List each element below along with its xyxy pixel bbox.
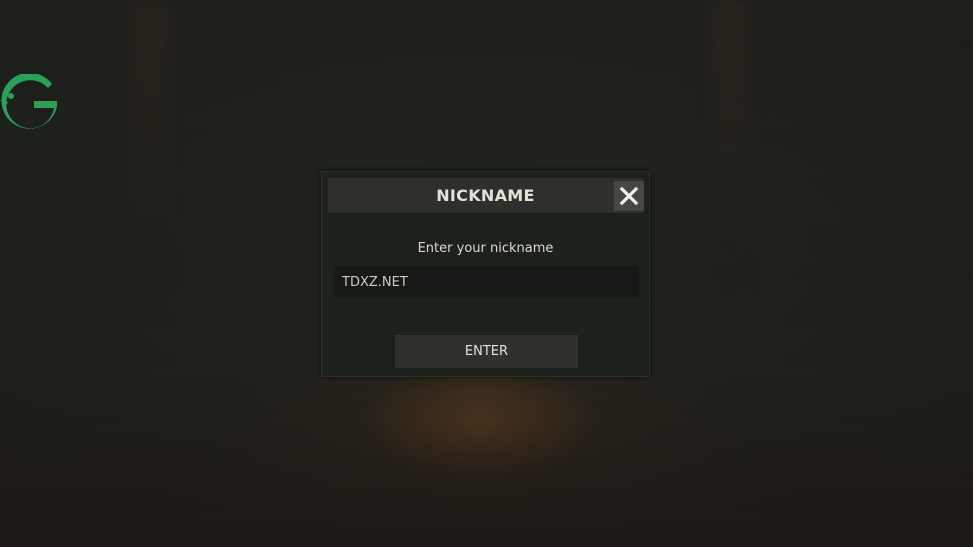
- close-icon: [619, 186, 639, 206]
- nickname-input[interactable]: [334, 266, 639, 298]
- close-button[interactable]: [614, 181, 644, 211]
- background-pillar: [710, 0, 750, 290]
- nickname-dialog: NICKNAME Enter your nickname ENTER: [321, 171, 650, 377]
- dialog-header: NICKNAME: [328, 178, 644, 213]
- enter-button[interactable]: ENTER: [395, 335, 578, 368]
- g-logo-icon: [0, 72, 60, 132]
- nickname-prompt: Enter your nickname: [417, 241, 554, 256]
- background-pillar: [130, 0, 170, 290]
- floor-shadow: [0, 360, 973, 547]
- dialog-title: NICKNAME: [436, 186, 535, 205]
